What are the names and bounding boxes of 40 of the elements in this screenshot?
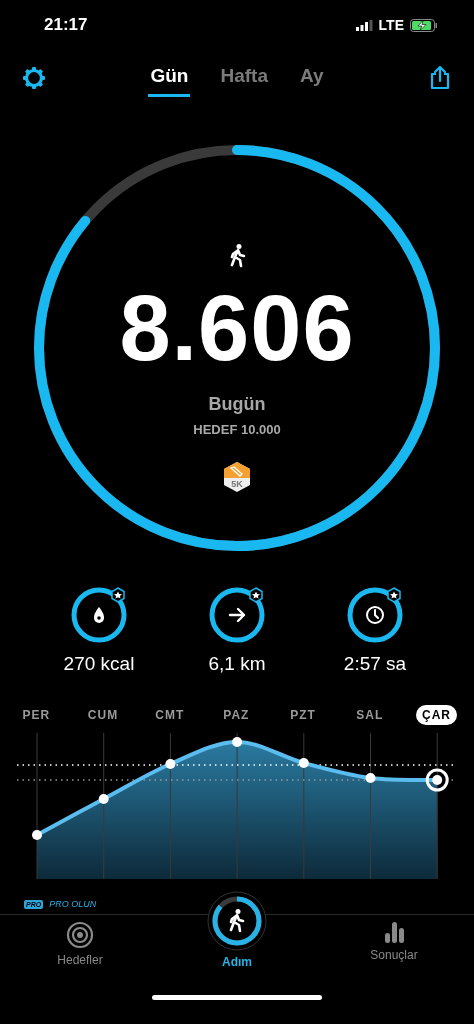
time-ring-icon [345, 585, 405, 645]
period-tab[interactable]: Gün [148, 58, 191, 97]
day-label: Bugün [208, 394, 266, 415]
stat-value: 270 kcal [63, 653, 135, 675]
status-time: 21:17 [44, 15, 88, 35]
network-label: LTE [378, 17, 404, 33]
nav-tab[interactable]: Hedefler [10, 915, 150, 981]
badge-label: 5K [230, 479, 244, 489]
day-label[interactable]: ÇAR [415, 705, 457, 725]
battery-icon [410, 18, 438, 32]
day-label[interactable]: CUM [81, 705, 125, 725]
period-tab[interactable]: Hafta [218, 58, 270, 97]
nav-tab[interactable]: Sonuçlar [324, 915, 464, 981]
stat-value: 6,1 km [208, 653, 266, 675]
distance-ring-icon [207, 585, 267, 645]
pro-link[interactable]: PRO OLUN [49, 899, 97, 909]
badge-icon [222, 461, 252, 493]
goal-label: HEDEF 10.000 [193, 422, 281, 437]
stat-value: 2:57 sa [343, 653, 407, 675]
data-point[interactable] [32, 830, 42, 840]
bar-chart-icon [383, 921, 405, 944]
day-label[interactable]: CMT [149, 705, 191, 725]
day-label[interactable]: PZT [284, 705, 322, 725]
data-point[interactable] [298, 758, 309, 768]
target-icon [66, 921, 94, 949]
data-point[interactable] [98, 794, 109, 804]
settings-icon[interactable] [22, 65, 46, 90]
day-label[interactable]: PER [16, 705, 57, 725]
calories-ring-icon [69, 585, 129, 645]
data-point[interactable] [232, 737, 243, 747]
day-label[interactable]: PAZ [217, 705, 256, 725]
selected-point[interactable] [425, 768, 449, 792]
day-label[interactable]: SAL [350, 705, 390, 725]
period-tab[interactable]: Ay [297, 58, 326, 97]
signal-icon [355, 19, 373, 31]
share-icon[interactable] [428, 65, 452, 90]
step-count: 8.606 [119, 282, 355, 374]
data-point[interactable] [165, 759, 176, 769]
data-point[interactable] [365, 773, 376, 783]
nav-tab[interactable]: Adım [167, 885, 307, 981]
